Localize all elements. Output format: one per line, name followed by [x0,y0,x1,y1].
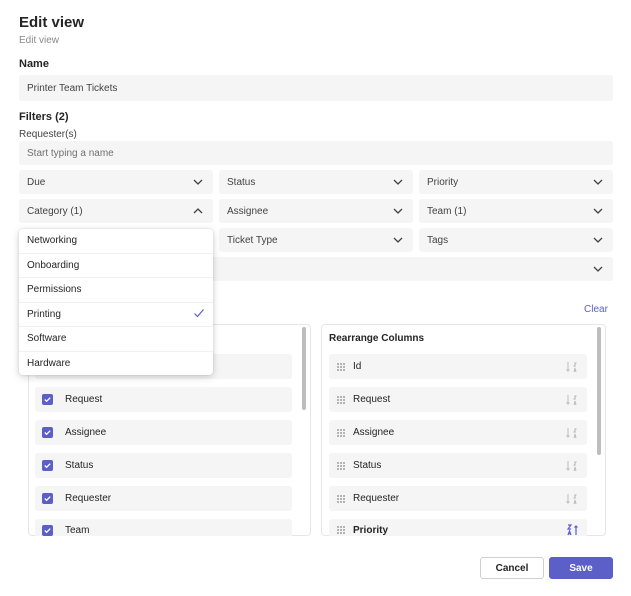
chevron-down-icon [591,262,605,276]
rearrange-row[interactable]: Assignee [329,420,587,445]
ticket-type-dropdown[interactable]: Ticket Type [219,228,413,252]
rearrange-row[interactable]: Id [329,354,587,379]
requester-placeholder: Start typing a name [27,147,114,159]
assignee-dropdown[interactable]: Assignee [219,199,413,223]
tags-dropdown-label: Tags [427,234,449,246]
rearrange-label: Priority [353,525,389,536]
column-checkbox-row[interactable]: Team [35,519,292,536]
rearrange-columns-title: Rearrange Columns [329,333,425,344]
requester-label: Requester(s) [19,129,77,140]
name-label: Name [19,58,49,70]
category-dropdown-menu: Networking Onboarding Permissions Printi… [19,229,213,375]
category-option-label: Software [27,333,67,345]
category-option-label: Permissions [27,284,82,296]
checkbox-checked-icon[interactable] [42,394,53,405]
rearrange-columns-scrollbar[interactable] [597,327,601,455]
column-label: Request [65,394,103,405]
chevron-down-icon [391,204,405,218]
name-input[interactable]: Printer Team Tickets [19,75,613,101]
priority-dropdown[interactable]: Priority [419,170,613,194]
column-label: Assignee [65,427,107,438]
chevron-down-icon [191,175,205,189]
sort-descending-icon[interactable] [565,523,579,537]
checkmark-icon [193,307,205,322]
column-checkbox-row[interactable]: Request [35,387,292,412]
drag-handle-icon[interactable] [336,525,346,535]
rearrange-row[interactable]: Priority [329,519,587,536]
chevron-down-icon [391,233,405,247]
category-option-onboarding[interactable]: Onboarding [19,254,213,278]
drag-handle-icon[interactable] [336,461,346,471]
name-input-value: Printer Team Tickets [27,82,118,94]
rearrange-label: Assignee [353,427,395,438]
category-dropdown-label: Category (1) [27,205,83,217]
category-option-software[interactable]: Software [19,327,213,352]
sort-icon[interactable] [565,492,579,506]
column-label: Status [65,460,94,471]
column-label: Team [65,525,90,536]
checkbox-checked-icon[interactable] [42,493,53,504]
category-dropdown[interactable]: Category (1) [19,199,213,223]
cancel-button[interactable]: Cancel [480,557,544,579]
category-option-label: Networking [27,235,78,247]
requester-input[interactable]: Start typing a name [19,141,613,165]
due-dropdown[interactable]: Due [19,170,213,194]
category-option-permissions[interactable]: Permissions [19,278,213,303]
sort-icon[interactable] [565,360,579,374]
ticket-type-dropdown-label: Ticket Type [227,234,278,246]
rearrange-row[interactable]: Request [329,387,587,412]
column-checkbox-row[interactable]: Status [35,453,292,478]
sort-icon[interactable] [565,426,579,440]
checkbox-checked-icon[interactable] [42,460,53,471]
save-button[interactable]: Save [549,557,613,579]
rearrange-row[interactable]: Requester [329,486,587,511]
category-option-printing[interactable]: Printing [19,303,213,327]
rearrange-label: Request [353,394,391,405]
rearrange-row[interactable]: Status [329,453,587,478]
filters-label: Filters (2) [19,111,69,123]
sort-icon[interactable] [565,459,579,473]
chevron-up-icon [191,204,205,218]
chevron-down-icon [591,233,605,247]
due-dropdown-label: Due [27,176,46,188]
dialog-title: Edit view [19,14,85,31]
drag-handle-icon[interactable] [336,428,346,438]
category-option-label: Hardware [27,358,71,370]
drag-handle-icon[interactable] [336,395,346,405]
status-dropdown[interactable]: Status [219,170,413,194]
team-dropdown[interactable]: Team (1) [419,199,613,223]
chevron-down-icon [391,175,405,189]
priority-dropdown-label: Priority [427,176,459,188]
drag-handle-icon[interactable] [336,362,346,372]
category-option-label: Printing [27,308,61,320]
rearrange-label: Requester [353,493,400,504]
clear-filters-link[interactable]: Clear [584,304,608,315]
category-option-hardware[interactable]: Hardware [19,352,213,377]
team-dropdown-label: Team (1) [427,205,467,217]
assignee-dropdown-label: Assignee [227,205,269,217]
dialog-subtitle: Edit view [19,35,60,46]
column-checkbox-row[interactable]: Assignee [35,420,292,445]
rearrange-label: Id [353,361,362,372]
sort-icon[interactable] [565,393,579,407]
category-option-networking[interactable]: Networking [19,229,213,254]
status-dropdown-label: Status [227,176,256,188]
drag-handle-icon[interactable] [336,494,346,504]
checkbox-checked-icon[interactable] [42,525,53,536]
tags-dropdown[interactable]: Tags [419,228,613,252]
chevron-down-icon [591,175,605,189]
column-label: Requester [65,493,112,504]
rearrange-label: Status [353,460,382,471]
checkbox-checked-icon[interactable] [42,427,53,438]
chevron-down-icon [591,204,605,218]
category-option-label: Onboarding [27,259,80,271]
column-checkbox-row[interactable]: Requester [35,486,292,511]
select-columns-scrollbar[interactable] [302,327,306,410]
